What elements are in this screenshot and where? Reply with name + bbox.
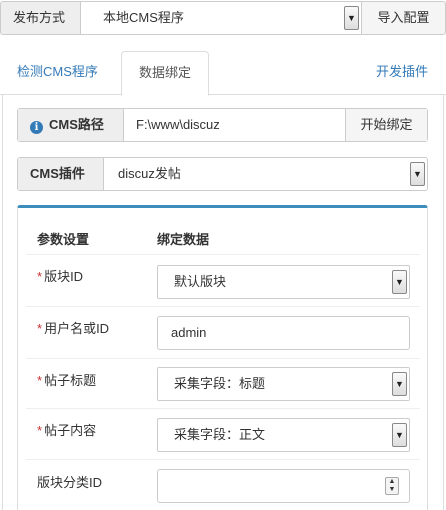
start-binding-button[interactable]: 开始绑定: [345, 109, 427, 141]
row-divider: [26, 459, 420, 460]
publish-method-value: 本地CMS程序: [103, 10, 184, 25]
number-spinner-icon[interactable]: ▲ ▼: [385, 477, 399, 495]
required-marker: *: [37, 373, 43, 388]
header-bound-data: 绑定数据: [157, 232, 210, 247]
import-config-button[interactable]: 导入配置: [361, 1, 446, 35]
field-label-forum-id: * 版块ID: [37, 269, 84, 284]
cms-path-label-box: i CMS路径: [18, 109, 124, 141]
cms-path-input[interactable]: F:\www\discuz: [136, 109, 220, 141]
row-divider: [26, 408, 420, 409]
chevron-down-icon[interactable]: ▼: [392, 270, 407, 294]
post-title-value: 采集字段：标题: [174, 376, 266, 391]
forum-category-id-input[interactable]: ▲ ▼: [157, 469, 410, 503]
row-divider: [26, 254, 420, 255]
required-marker: *: [37, 269, 43, 284]
cms-path-group: i CMS路径 F:\www\discuz 开始绑定: [17, 108, 428, 142]
chevron-down-icon[interactable]: ▼: [410, 162, 425, 186]
field-label-post-content: * 帖子内容: [37, 423, 97, 438]
field-label-post-title: * 帖子标题: [37, 373, 97, 388]
required-marker: *: [37, 321, 43, 336]
row-divider: [26, 306, 420, 307]
tab-develop-plugin[interactable]: 开发插件: [376, 51, 428, 95]
publish-method-row: 发布方式 本地CMS程序 ▼ 导入配置: [0, 0, 446, 36]
publish-method-select[interactable]: 本地CMS程序 ▼: [80, 1, 362, 35]
post-title-select[interactable]: 采集字段：标题 ▼: [157, 367, 410, 401]
cms-plugin-group: CMS插件 discuz发帖 ▼: [17, 157, 428, 191]
field-label-username: * 用户名或ID: [37, 321, 110, 336]
forum-id-value: 默认版块: [174, 274, 227, 289]
chevron-down-icon[interactable]: ▼: [392, 372, 407, 396]
cms-plugin-label: CMS插件: [18, 158, 104, 190]
required-marker: *: [37, 423, 43, 438]
info-circle-icon: i: [30, 121, 43, 134]
field-label-forum-category-id: 版块分类ID: [37, 475, 103, 490]
tab-bar: 检测CMS程序 数据绑定 开发插件: [0, 51, 446, 96]
chevron-down-icon[interactable]: ▼: [392, 423, 407, 447]
username-input[interactable]: admin: [157, 316, 410, 350]
tab-detect-cms[interactable]: 检测CMS程序: [17, 51, 98, 95]
post-content-select[interactable]: 采集字段：正文 ▼: [157, 418, 410, 452]
forum-id-select[interactable]: 默认版块 ▼: [157, 265, 410, 299]
post-content-value: 采集字段：正文: [174, 427, 266, 442]
tab-data-binding[interactable]: 数据绑定: [121, 51, 209, 96]
publish-method-label: 发布方式: [0, 1, 81, 35]
cms-path-label: CMS路径: [49, 117, 104, 132]
header-param-settings: 参数设置: [37, 232, 90, 247]
chevron-down-icon[interactable]: ▼: [344, 6, 359, 30]
cms-plugin-select[interactable]: discuz发帖: [118, 158, 181, 190]
row-divider: [26, 358, 420, 359]
